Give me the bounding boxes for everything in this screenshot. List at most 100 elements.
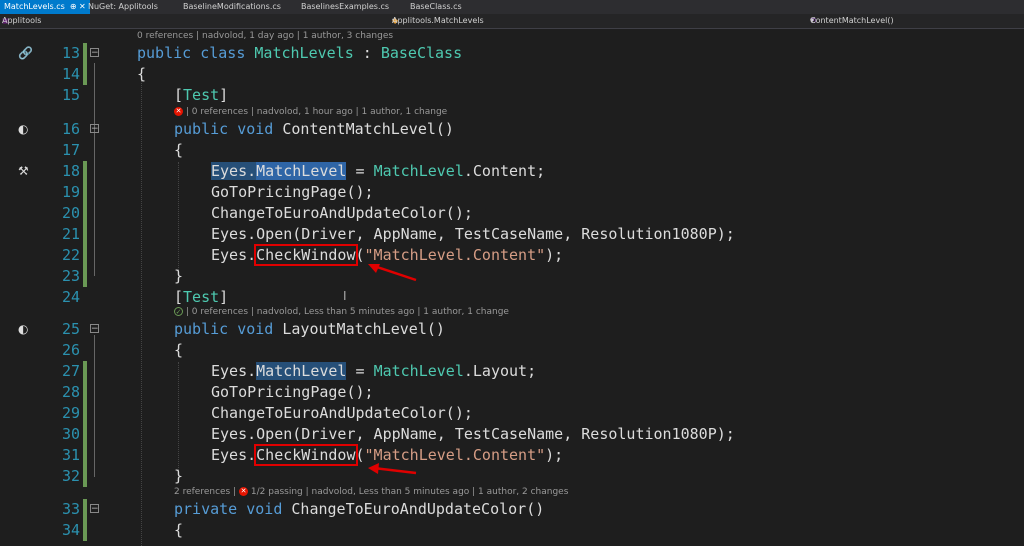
line-number: 30	[61, 425, 80, 443]
codelens-text: | 0 references | nadvolod, Less than 5 m…	[185, 307, 509, 317]
navigation-bar: ▣ Applitools ▾ ◆ Applitools.MatchLevels ▾…	[0, 14, 1024, 29]
codelens-text: 2 references |	[174, 487, 237, 497]
keyword: void	[237, 120, 274, 138]
code-text: {	[174, 521, 184, 539]
paren: (	[355, 446, 365, 464]
link-icon[interactable]: 🔗	[18, 46, 33, 60]
code-text: [Test]	[174, 85, 228, 106]
line-number: 20	[61, 204, 80, 222]
enum-member: .Content;	[463, 162, 546, 180]
change-marker	[83, 499, 87, 520]
text-cursor-icon: I	[343, 289, 347, 303]
tab-matchlevels[interactable]: MatchLevels.cs ⊕ ✕	[0, 0, 90, 14]
identifier: Eyes.	[211, 162, 257, 180]
change-marker	[83, 224, 87, 245]
code-text: ChangeToEuroAndUpdateColor();	[211, 404, 473, 422]
codelens-line33[interactable]: 2 references | ✕ 1/2 passing | nadvolod,…	[174, 486, 568, 498]
line-number: 16	[61, 120, 80, 138]
line-number: 33	[61, 500, 80, 518]
tab-baseclass[interactable]: BaseClass.cs	[410, 0, 462, 14]
code-text: {	[137, 65, 147, 83]
check-window-highlight: CheckWindow	[254, 444, 358, 466]
identifier: Eyes.	[211, 446, 257, 464]
test-passed-icon: ✓	[174, 307, 183, 316]
keyword: void	[237, 320, 274, 338]
tab-nuget[interactable]: NuGet: Applitools	[88, 0, 158, 14]
code-line: ◐ 16 − public void ContentMatchLevel()	[0, 119, 1024, 140]
code-line: ⚒ 18 Eyes.MatchLevel = MatchLevel.Conten…	[0, 161, 1024, 182]
type-name: MatchLevel	[373, 362, 464, 380]
highlighted-identifier: MatchLevel	[256, 162, 347, 180]
collapse-icon[interactable]: −	[90, 324, 99, 334]
code-text: GoToPricingPage();	[211, 383, 374, 401]
change-marker	[83, 361, 87, 382]
codelens-text: | 0 references | nadvolod, 1 hour ago | …	[185, 107, 448, 117]
project-label: Applitools	[2, 16, 42, 25]
code-text: ChangeToEuroAndUpdateColor();	[211, 204, 473, 222]
line-number: 26	[61, 341, 80, 359]
code-line: 23 }	[0, 266, 1024, 287]
code-line: 20 ChangeToEuroAndUpdateColor();	[0, 203, 1024, 224]
change-marker	[83, 245, 87, 266]
colon: :	[353, 44, 381, 62]
hammer-icon[interactable]: ⚒	[18, 164, 29, 178]
codelens-line25[interactable]: ✓ | 0 references | nadvolod, Less than 5…	[174, 306, 509, 318]
code-line: 29 ChangeToEuroAndUpdateColor();	[0, 403, 1024, 424]
change-marker	[83, 161, 87, 182]
member-label: ContentMatchLevel()	[810, 16, 894, 25]
code-line: 15 [Test]	[0, 85, 1024, 106]
attribute-name: Test	[183, 288, 220, 306]
change-marker	[83, 445, 87, 466]
line-number: 29	[61, 404, 80, 422]
test-failed-icon: ✕	[174, 107, 183, 116]
code-text: public void ContentMatchLevel()	[174, 119, 454, 140]
line-number: 31	[61, 446, 80, 464]
code-line: 17 {	[0, 140, 1024, 161]
change-marker	[83, 203, 87, 224]
test-status-icon[interactable]: ◐	[18, 322, 28, 336]
line-number: 22	[61, 246, 80, 264]
code-text: Eyes.Open(Driver, AppName, TestCaseName,…	[211, 225, 735, 243]
enum-member: .Layout;	[463, 362, 537, 380]
codelens-line16[interactable]: ✕ | 0 references | nadvolod, 1 hour ago …	[174, 106, 447, 118]
code-editor[interactable]: 0 references | nadvolod, 1 day ago | 1 a…	[0, 29, 1024, 546]
code-line: ◐ 25 − public void LayoutMatchLevel()	[0, 319, 1024, 340]
line-number: 18	[61, 162, 80, 180]
code-text: [Test]	[174, 287, 228, 308]
test-status-icon[interactable]: ◐	[18, 122, 28, 136]
change-marker	[83, 182, 87, 203]
line-number: 27	[61, 362, 80, 380]
check-window-highlight: CheckWindow	[254, 244, 358, 266]
codelens-line13[interactable]: 0 references | nadvolod, 1 day ago | 1 a…	[137, 30, 393, 42]
line-number: 32	[61, 467, 80, 485]
collapse-icon[interactable]: −	[90, 48, 99, 58]
attribute-name: Test	[183, 86, 220, 104]
code-text: }	[174, 467, 184, 485]
keyword: public	[137, 44, 192, 62]
bracket: ]	[219, 288, 229, 306]
line-number: 21	[61, 225, 80, 243]
code-text: Eyes.MatchLevel = MatchLevel.Layout;	[211, 361, 536, 382]
code-line: 14 {	[0, 64, 1024, 85]
code-text: {	[174, 341, 184, 359]
code-text: Eyes.Open(Driver, AppName, TestCaseName,…	[211, 425, 735, 443]
line-number: 28	[61, 383, 80, 401]
change-marker	[83, 403, 87, 424]
test-failed-icon: ✕	[239, 487, 249, 496]
type-label: Applitools.MatchLevels	[392, 16, 484, 25]
tab-baselines-examples[interactable]: BaselinesExamples.cs	[301, 0, 389, 14]
code-text: GoToPricingPage();	[211, 183, 374, 201]
bracket: ]	[219, 86, 229, 104]
change-marker	[83, 382, 87, 403]
change-marker	[83, 466, 87, 487]
code-line: 28 GoToPricingPage();	[0, 382, 1024, 403]
document-tab-bar: MatchLevels.cs ⊕ ✕ NuGet: Applitools Base…	[0, 0, 1024, 14]
tab-baseline-modifications[interactable]: BaselineModifications.cs	[183, 0, 281, 14]
line-number: 14	[61, 65, 80, 83]
code-line: 19 GoToPricingPage();	[0, 182, 1024, 203]
base-class-name: BaseClass	[380, 44, 463, 62]
pin-close-icon[interactable]: ⊕ ✕	[70, 2, 86, 11]
collapse-icon[interactable]: −	[90, 504, 99, 514]
collapse-icon[interactable]: −	[90, 124, 99, 134]
bracket: [	[174, 288, 184, 306]
